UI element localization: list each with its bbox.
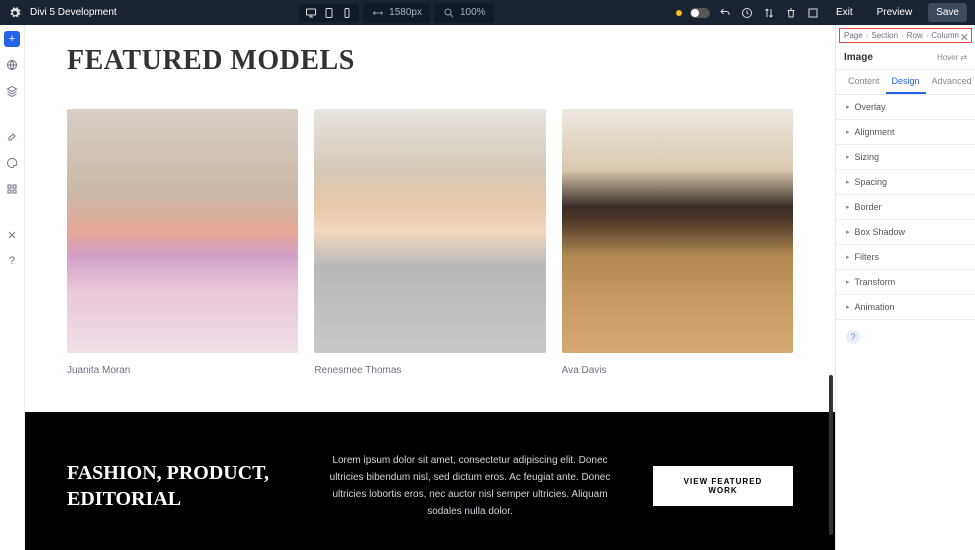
close-icon[interactable]: ✕ xyxy=(960,31,969,44)
mode-toggle[interactable] xyxy=(690,8,710,18)
help-icon[interactable]: ? xyxy=(846,330,860,344)
trash-icon[interactable] xyxy=(784,6,798,20)
expand-icon[interactable] xyxy=(806,6,820,20)
section-spacing[interactable]: Spacing xyxy=(836,170,975,195)
tools-icon[interactable] xyxy=(4,227,20,243)
viewport-buttons xyxy=(299,4,359,22)
section-sizing[interactable]: Sizing xyxy=(836,145,975,170)
save-button[interactable]: Save xyxy=(928,3,967,22)
settings-panel: ✕ Page› Section› Row› Column Image Hover… xyxy=(835,25,975,550)
cta-button[interactable]: VIEW FEATURED WORK xyxy=(653,466,793,506)
app-title: Divi 5 Development xyxy=(30,7,117,18)
add-icon[interactable]: + xyxy=(4,31,20,47)
status-dot xyxy=(676,10,682,16)
exit-button[interactable]: Exit xyxy=(828,3,861,22)
phone-icon[interactable] xyxy=(339,6,355,20)
model-card[interactable]: Juanita Moran xyxy=(67,109,298,376)
tablet-icon[interactable] xyxy=(321,6,337,20)
section-filters[interactable]: Filters xyxy=(836,245,975,270)
sort-icon[interactable] xyxy=(762,6,776,20)
gear-icon[interactable] xyxy=(8,6,22,20)
page-heading: FEATURED MODELS xyxy=(67,45,793,77)
tab-content[interactable]: Content xyxy=(842,70,886,94)
section-transform[interactable]: Transform xyxy=(836,270,975,295)
desktop-icon[interactable] xyxy=(303,6,319,20)
dark-body: Lorem ipsum dolor sit amet, consectetur … xyxy=(319,452,621,520)
scrollbar[interactable] xyxy=(829,375,833,535)
history-icon[interactable] xyxy=(740,6,754,20)
dark-title: FASHION, PRODUCT, EDITORIAL xyxy=(67,460,287,512)
palette-icon[interactable] xyxy=(4,155,20,171)
help-sidebar-icon[interactable]: ? xyxy=(4,253,20,269)
models-grid: Juanita Moran Renesmee Thomas Ava Davis xyxy=(67,109,793,376)
model-name: Ava Davis xyxy=(562,365,793,376)
model-card[interactable]: Ava Davis xyxy=(562,109,793,376)
model-card[interactable]: Renesmee Thomas xyxy=(314,109,545,376)
left-sidebar: + ? xyxy=(0,25,25,550)
model-name: Juanita Moran xyxy=(67,365,298,376)
model-image[interactable] xyxy=(562,109,793,353)
dark-section[interactable]: FASHION, PRODUCT, EDITORIAL Lorem ipsum … xyxy=(25,412,835,550)
section-alignment[interactable]: Alignment xyxy=(836,120,975,145)
model-name: Renesmee Thomas xyxy=(314,365,545,376)
width-icon xyxy=(371,6,385,20)
layers-icon[interactable] xyxy=(4,83,20,99)
breadcrumb[interactable]: Page› Section› Row› Column xyxy=(839,28,972,43)
zoom-level[interactable]: 100% xyxy=(434,3,494,23)
section-border[interactable]: Border xyxy=(836,195,975,220)
topbar: Divi 5 Development 1580px 100% Exit Prev… xyxy=(0,0,975,25)
panel-tabs: Content Design Advanced ▾ xyxy=(836,70,975,95)
preview-button[interactable]: Preview xyxy=(869,3,921,22)
model-image[interactable] xyxy=(67,109,298,353)
section-boxshadow[interactable]: Box Shadow xyxy=(836,220,975,245)
hover-toggle[interactable]: Hover ⇄ xyxy=(937,53,967,62)
modules-icon[interactable] xyxy=(4,181,20,197)
tab-advanced[interactable]: Advanced xyxy=(926,70,975,94)
search-icon xyxy=(442,6,456,20)
section-animation[interactable]: Animation xyxy=(836,295,975,320)
globe-icon[interactable] xyxy=(4,57,20,73)
canvas[interactable]: FEATURED MODELS Juanita Moran Renesmee T… xyxy=(25,25,835,550)
element-type: Image xyxy=(844,52,873,63)
brush-icon[interactable] xyxy=(4,129,20,145)
section-overlay[interactable]: Overlay xyxy=(836,95,975,120)
model-image[interactable] xyxy=(314,109,545,353)
canvas-width[interactable]: 1580px xyxy=(363,3,430,23)
tab-design[interactable]: Design xyxy=(886,70,926,94)
undo-icon[interactable] xyxy=(718,6,732,20)
